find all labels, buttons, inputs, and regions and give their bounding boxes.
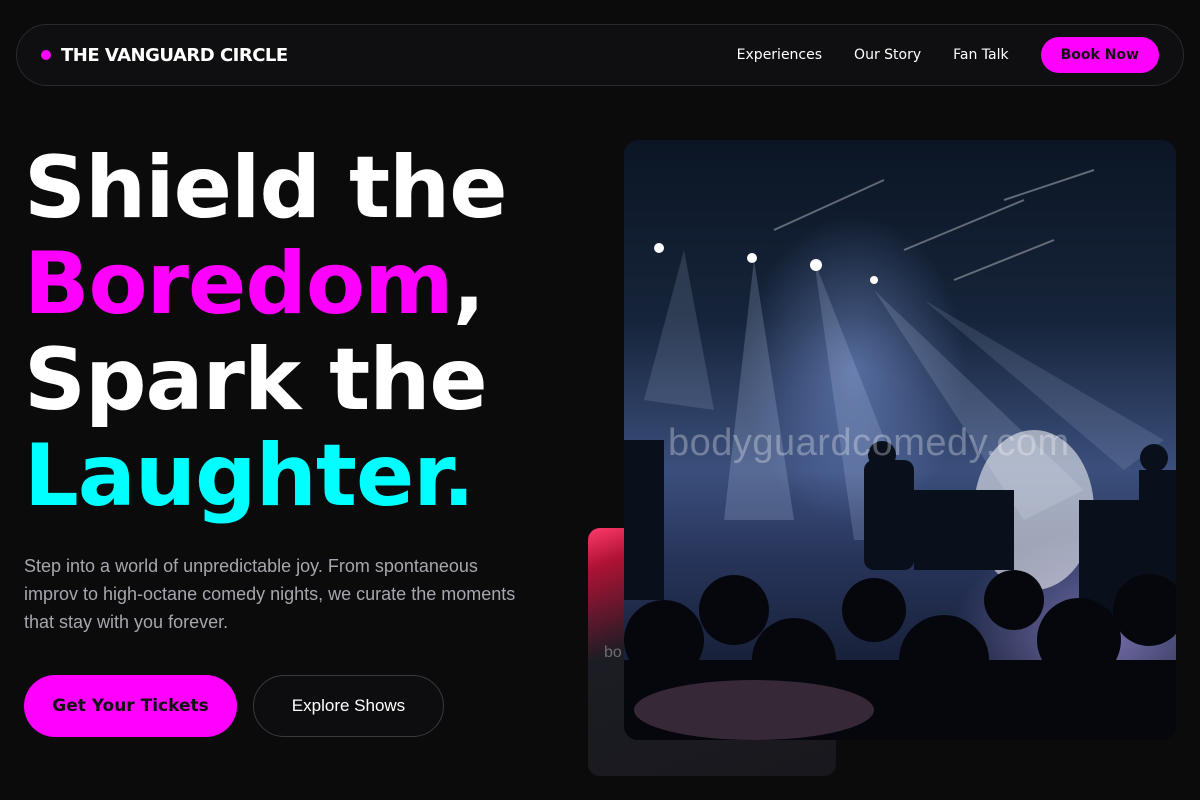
book-now-button[interactable]: Book Now: [1040, 37, 1159, 73]
nav-links: Experiences Our Story Fan Talk Book Now: [737, 37, 1159, 73]
headline-comma: ,: [452, 234, 486, 334]
photo-watermark: bodyguardcomedy.com: [668, 422, 1070, 464]
hero-subtitle: Step into a world of unpredictable joy. …: [24, 556, 516, 632]
hero-headline: Shield the Boredom, Spark the Laughter.: [24, 140, 584, 524]
headline-line-3: Spark the: [24, 330, 488, 430]
headline-line-1: Shield the: [24, 138, 508, 238]
get-tickets-button[interactable]: Get Your Tickets: [24, 675, 237, 737]
brand[interactable]: THE VANGUARD CIRCLE: [41, 45, 288, 66]
concert-photo: bodyguardcomedy.com: [624, 140, 1176, 740]
nav-link-our-story[interactable]: Our Story: [854, 47, 921, 63]
explore-shows-button[interactable]: Explore Shows: [253, 675, 444, 737]
nav-link-experiences[interactable]: Experiences: [737, 47, 822, 63]
nav-link-fan-talk[interactable]: Fan Talk: [953, 47, 1008, 63]
top-nav: THE VANGUARD CIRCLE Experiences Our Stor…: [16, 24, 1184, 86]
brand-dot-icon: [41, 50, 51, 60]
brand-name: THE VANGUARD CIRCLE: [61, 44, 288, 66]
headline-line-2: Boredom,: [24, 236, 584, 332]
headline-highlight-laughter: Laughter.: [24, 426, 475, 526]
headline-highlight-boredom: Boredom: [24, 234, 454, 334]
secondary-photo-watermark: bo: [604, 644, 622, 661]
